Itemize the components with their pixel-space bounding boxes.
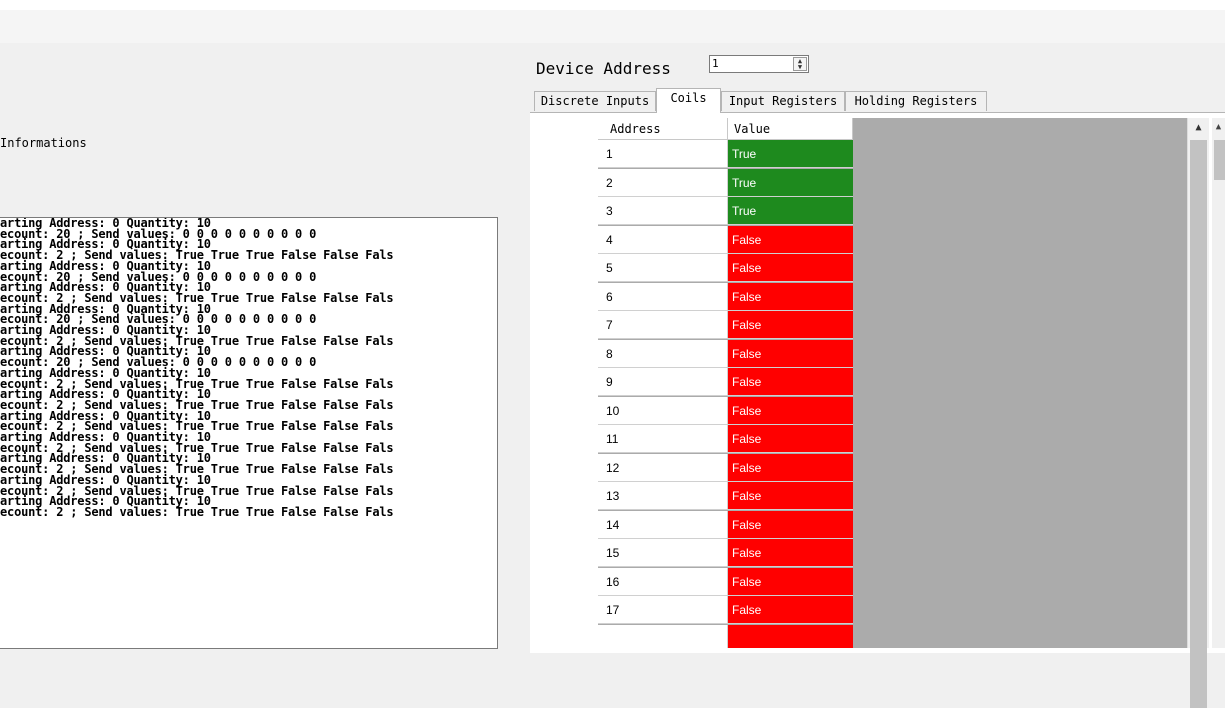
address-cell[interactable]: 2: [598, 168, 728, 197]
value-cell[interactable]: False: [728, 510, 853, 539]
value-cell[interactable]: False: [728, 596, 853, 624]
address-cell[interactable]: 16: [598, 567, 728, 596]
tab-holding-registers[interactable]: Holding Registers: [845, 91, 987, 111]
table-row[interactable]: 4 False: [598, 225, 854, 254]
address-cell[interactable]: 8: [598, 339, 728, 368]
toolbar-band: [0, 10, 1225, 43]
value-cell[interactable]: False: [728, 567, 853, 596]
address-cell[interactable]: 3: [598, 197, 728, 225]
table-row[interactable]: 2 True: [598, 168, 854, 197]
scroll-up-arrow-icon[interactable]: ▲: [1212, 118, 1225, 136]
scroll-up-arrow-icon[interactable]: ▲: [1188, 118, 1209, 138]
value-cell[interactable]: True: [728, 197, 853, 225]
address-column-header[interactable]: Address: [598, 118, 728, 140]
address-cell[interactable]: 1: [598, 140, 728, 168]
table-row[interactable]: 9 False: [598, 368, 854, 396]
value-cell[interactable]: [728, 624, 853, 648]
device-address-value: 1: [712, 57, 719, 70]
grid-header-row: Address Value: [598, 118, 854, 140]
device-address-label: Device Address: [536, 59, 671, 78]
value-column-header[interactable]: Value: [728, 118, 853, 140]
table-row[interactable]: 14 False: [598, 510, 854, 539]
table-row[interactable]: 10 False: [598, 396, 854, 425]
value-cell[interactable]: False: [728, 254, 853, 282]
table-row[interactable]: 1 True: [598, 140, 854, 168]
address-cell[interactable]: 14: [598, 510, 728, 539]
tab-input-registers[interactable]: Input Registers: [721, 91, 845, 111]
coils-data-grid[interactable]: Address Value 1 True 2 True 3 True 4 False 5 Fals…: [598, 118, 1188, 648]
device-address-input[interactable]: 1 ▲ ▼: [709, 55, 809, 73]
address-cell[interactable]: 17: [598, 596, 728, 624]
address-cell[interactable]: 13: [598, 482, 728, 510]
table-row[interactable]: 3 True: [598, 197, 854, 225]
table-row[interactable]: 8 False: [598, 339, 854, 368]
log-textbox[interactable]: tarting Address: 0 Quantity: 10 tecount: …: [0, 217, 498, 649]
value-cell[interactable]: False: [728, 453, 853, 482]
value-cell[interactable]: False: [728, 396, 853, 425]
address-cell[interactable]: 11: [598, 425, 728, 453]
value-cell[interactable]: False: [728, 368, 853, 396]
table-row[interactable]: 6 False: [598, 282, 854, 311]
device-address-spinner[interactable]: ▲ ▼: [793, 57, 807, 71]
value-cell[interactable]: False: [728, 225, 853, 254]
informations-label: Informations: [0, 136, 87, 150]
address-cell[interactable]: 12: [598, 453, 728, 482]
table-row[interactable]: 11 False: [598, 425, 854, 453]
address-cell[interactable]: 15: [598, 539, 728, 567]
table-row[interactable]: 5 False: [598, 254, 854, 282]
value-cell[interactable]: False: [728, 339, 853, 368]
value-cell[interactable]: False: [728, 539, 853, 567]
table-row[interactable]: [598, 624, 854, 648]
table-row[interactable]: 12 False: [598, 453, 854, 482]
table-row[interactable]: 17 False: [598, 596, 854, 624]
table-row[interactable]: 15 False: [598, 539, 854, 567]
spin-down-icon[interactable]: ▼: [794, 64, 806, 71]
grid-vertical-scrollbar[interactable]: ▲: [1187, 118, 1209, 708]
value-cell[interactable]: True: [728, 168, 853, 197]
table-row[interactable]: 7 False: [598, 311, 854, 339]
address-cell[interactable]: 4: [598, 225, 728, 254]
window-top-strip: [0, 0, 1225, 10]
value-cell[interactable]: False: [728, 282, 853, 311]
tab-coils[interactable]: Coils: [656, 88, 721, 113]
table-row[interactable]: 16 False: [598, 567, 854, 596]
scrollbar-thumb[interactable]: [1214, 140, 1225, 180]
value-cell[interactable]: True: [728, 140, 853, 168]
log-line: tecount: 2 ; Send values: True True True…: [0, 504, 394, 519]
value-cell[interactable]: False: [728, 482, 853, 510]
address-cell[interactable]: [598, 624, 728, 648]
address-cell[interactable]: 6: [598, 282, 728, 311]
value-cell[interactable]: False: [728, 425, 853, 453]
scrollbar-thumb[interactable]: [1190, 140, 1207, 708]
table-row[interactable]: 13 False: [598, 482, 854, 510]
address-cell[interactable]: 9: [598, 368, 728, 396]
value-cell[interactable]: False: [728, 311, 853, 339]
address-cell[interactable]: 5: [598, 254, 728, 282]
address-cell[interactable]: 10: [598, 396, 728, 425]
address-cell[interactable]: 7: [598, 311, 728, 339]
panel-vertical-scrollbar[interactable]: ▲: [1212, 118, 1225, 648]
tab-discrete-inputs[interactable]: Discrete Inputs: [534, 91, 656, 111]
